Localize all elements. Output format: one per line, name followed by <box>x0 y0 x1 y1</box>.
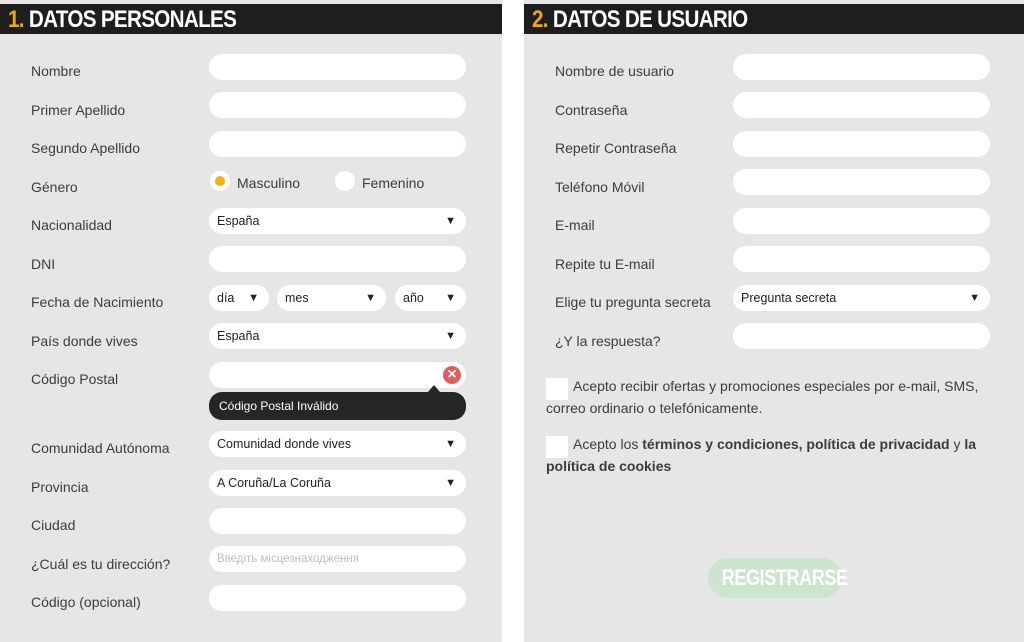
repetir-contrasena-input[interactable] <box>733 131 990 157</box>
datos-personales-panel: 1. DATOS PERSONALES Nombre Primer Apelli… <box>0 0 502 642</box>
telefono-label: Teléfono Móvil <box>555 179 645 195</box>
register-button[interactable]: REGISTRARSE <box>708 558 848 598</box>
pais-select[interactable]: España ▼ <box>209 323 466 349</box>
direccion-placeholder: Введіть місцезнаходження <box>217 553 359 565</box>
segundo-apellido-label: Segundo Apellido <box>31 140 140 156</box>
terminos-link[interactable]: términos y condiciones <box>642 436 798 452</box>
usuario-input[interactable] <box>733 54 990 80</box>
comunidad-label: Comunidad Autónoma <box>31 440 170 456</box>
pregunta-label: Elige tu pregunta secreta <box>555 294 711 310</box>
respuesta-input[interactable] <box>733 323 990 349</box>
section-title: 2. DATOS DE USUARIO <box>532 4 748 34</box>
nombre-input[interactable] <box>209 54 466 80</box>
dia-select[interactable]: día ▼ <box>209 285 269 311</box>
privacidad-link[interactable]: política de privacidad <box>806 436 949 452</box>
triangle-down-icon: ▼ <box>365 292 376 304</box>
tooltip-arrow <box>428 385 440 392</box>
direccion-input[interactable]: Введіть місцезнаходження <box>209 546 466 572</box>
codigo-postal-label: Código Postal <box>31 371 119 387</box>
ciudad-input[interactable] <box>209 508 466 534</box>
pregunta-value: Pregunta secreta <box>741 291 837 305</box>
primer-apellido-label: Primer Apellido <box>31 102 126 118</box>
triangle-down-icon: ▼ <box>248 292 259 304</box>
ano-select[interactable]: año ▼ <box>395 285 466 311</box>
contrasena-label: Contraseña <box>555 102 628 118</box>
section-number: 2. <box>532 6 549 33</box>
comunidad-value: Comunidad donde vives <box>217 437 352 451</box>
codigo-postal-error-tooltip: Código Postal Inválido <box>209 392 466 420</box>
section-header: 1. DATOS PERSONALES <box>0 4 502 34</box>
triangle-down-icon: ▼ <box>445 477 456 489</box>
ano-value: año <box>403 291 424 305</box>
dni-label: DNI <box>31 256 56 272</box>
segundo-apellido-input[interactable] <box>209 131 466 157</box>
contrasena-input[interactable] <box>733 92 990 118</box>
dni-input[interactable] <box>209 246 466 272</box>
nombre-label: Nombre <box>31 63 81 79</box>
telefono-input[interactable] <box>733 169 990 195</box>
section-title-text: DATOS DE USUARIO <box>552 6 748 33</box>
section-header: 2. DATOS DE USUARIO <box>524 4 1024 34</box>
pais-value: España <box>217 329 260 343</box>
section-title: 1. DATOS PERSONALES <box>8 4 237 34</box>
triangle-down-icon: ▼ <box>445 330 456 342</box>
repite-email-label: Repite tu E-mail <box>555 256 655 272</box>
pregunta-select[interactable]: Pregunta secreta ▼ <box>733 285 990 311</box>
section-number: 1. <box>8 6 25 33</box>
datos-usuario-panel: 2. DATOS DE USUARIO Nombre de usuario Co… <box>524 0 1024 642</box>
femenino-label: Femenino <box>362 175 425 191</box>
masculino-label: Masculino <box>237 175 301 191</box>
fecha-nacimiento-label: Fecha de Nacimiento <box>31 294 164 310</box>
terminos-text: Acepto los términos y condiciones, polít… <box>546 433 996 477</box>
codigo-opcional-label: Código (opcional) <box>31 594 141 610</box>
register-button-label: REGISTRARSE <box>721 565 848 590</box>
usuario-label: Nombre de usuario <box>555 63 675 79</box>
femenino-radio[interactable] <box>335 171 355 191</box>
pais-label: País donde vives <box>31 333 138 349</box>
mes-value: mes <box>285 291 309 305</box>
ciudad-label: Ciudad <box>31 517 76 533</box>
nacionalidad-label: Nacionalidad <box>31 217 112 233</box>
dia-value: día <box>217 291 235 305</box>
ofertas-text: Acepto recibir ofertas y promociones esp… <box>546 378 979 416</box>
primer-apellido-input[interactable] <box>209 92 466 118</box>
triangle-down-icon: ▼ <box>445 438 456 450</box>
email-input[interactable] <box>733 208 990 234</box>
provincia-value: A Coruña/La Coruña <box>217 476 331 490</box>
nacionalidad-value: España <box>217 214 260 228</box>
codigo-opcional-input[interactable] <box>209 585 466 611</box>
masculino-radio[interactable] <box>210 171 230 191</box>
triangle-down-icon: ▼ <box>445 292 456 304</box>
triangle-down-icon: ▼ <box>445 215 456 227</box>
provincia-select[interactable]: A Coruña/La Coruña ▼ <box>209 470 466 496</box>
provincia-label: Provincia <box>31 479 89 495</box>
nacionalidad-select[interactable]: España ▼ <box>209 208 466 234</box>
genero-label: Género <box>31 179 78 195</box>
direccion-label: ¿Cuál es tu dirección? <box>31 556 171 572</box>
mes-select[interactable]: mes ▼ <box>277 285 386 311</box>
triangle-down-icon: ▼ <box>969 292 980 304</box>
repetir-contrasena-label: Repetir Contraseña <box>555 140 677 156</box>
comunidad-select[interactable]: Comunidad donde vives ▼ <box>209 431 466 457</box>
close-x-icon: × <box>441 364 463 386</box>
terms-text-1: Acepto los <box>573 436 643 452</box>
repite-email-input[interactable] <box>733 246 990 272</box>
terms-text-5: y <box>949 436 965 452</box>
radio-selected-dot <box>215 176 225 186</box>
email-label: E-mail <box>555 217 595 233</box>
section-title-text: DATOS PERSONALES <box>28 6 237 33</box>
respuesta-label: ¿Y la respuesta? <box>555 333 661 349</box>
